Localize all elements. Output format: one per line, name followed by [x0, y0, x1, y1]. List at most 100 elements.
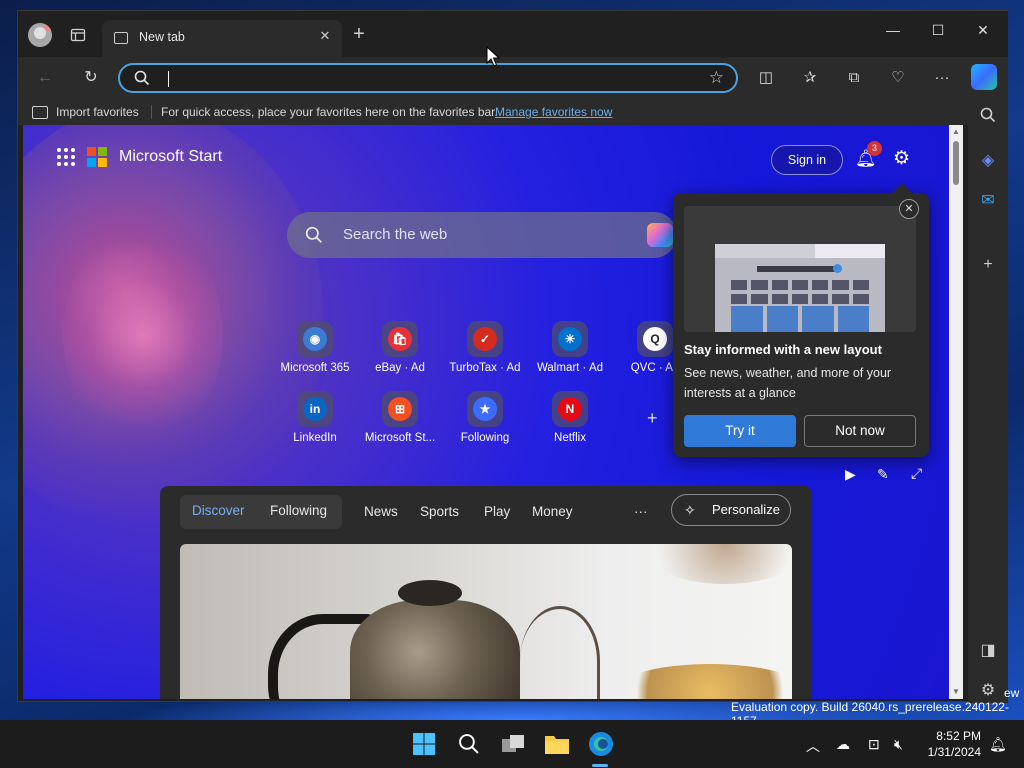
personalize-button[interactable]: ✧ Personalize	[671, 494, 791, 526]
copilot-search-icon[interactable]	[647, 223, 673, 247]
notifications-bell-icon[interactable]: 🔔︎ 3	[855, 141, 882, 171]
network-icon[interactable]: ⊡	[868, 736, 880, 753]
quick-link-microsoft-store[interactable]: ⊞ Microsoft St...	[362, 391, 438, 444]
collections-icon[interactable]: ⧉	[842, 66, 866, 90]
page-scrollbar[interactable]: ▲ ▼	[949, 125, 963, 699]
file-explorer-icon[interactable]	[543, 730, 571, 758]
tab-new-tab[interactable]: New tab ✕	[102, 20, 342, 57]
toolbar: ← ↻ ☆ ◫ ✰ ⧉ ♡ ···	[18, 57, 1008, 99]
refresh-button[interactable]: ↻	[78, 66, 104, 90]
quick-link-label: Microsoft 365	[280, 362, 350, 374]
start-windows-icon[interactable]	[410, 730, 438, 758]
onedrive-icon[interactable]: ☁	[836, 736, 850, 753]
microsoft-store-icon: ⊞	[382, 391, 418, 427]
show-hidden-icons[interactable]: ︿	[806, 736, 820, 756]
qvc-icon: Q	[637, 321, 673, 357]
tab-actions-icon[interactable]	[64, 21, 92, 49]
page-settings-icon[interactable]: ⚙	[893, 147, 915, 169]
popup-headline: Stay informed with a new layout	[684, 342, 882, 357]
close-popup-icon[interactable]: ✕	[899, 199, 919, 219]
quick-link-label: Microsoft St...	[364, 432, 436, 444]
quick-link-label: TurboTax · Ad	[449, 362, 521, 374]
address-input[interactable]	[164, 69, 684, 89]
more-menu-icon[interactable]: ···	[930, 66, 954, 90]
outlook-icon[interactable]: ✉	[976, 189, 1000, 213]
copilot-icon[interactable]	[971, 64, 997, 90]
minimize-button[interactable]: —	[878, 19, 908, 43]
clock-date: 1/31/2024	[927, 745, 981, 759]
hero-article-image[interactable]	[180, 544, 792, 699]
quick-link-walmart[interactable]: ✳ Walmart · Ad	[532, 321, 608, 374]
edit-background-icon[interactable]: ✎	[877, 466, 889, 483]
nav-news[interactable]: News	[364, 504, 398, 519]
new-tab-icon	[114, 32, 128, 44]
search-icon	[134, 70, 150, 86]
nav-play[interactable]: Play	[484, 504, 510, 519]
notification-center-icon[interactable]: 🔔︎	[989, 736, 1007, 753]
scroll-thumb[interactable]	[953, 141, 959, 185]
address-bar[interactable]: ☆	[118, 63, 738, 93]
browser-essentials-icon[interactable]: ♡	[886, 66, 910, 90]
quick-link-label: LinkedIn	[293, 432, 337, 444]
import-favorites-button[interactable]: Import favorites	[32, 105, 139, 119]
tab-title: New tab	[139, 30, 185, 44]
scroll-up-icon[interactable]: ▲	[952, 127, 960, 136]
scroll-down-icon[interactable]: ▼	[952, 687, 960, 696]
favorites-icon[interactable]: ✰	[798, 66, 822, 90]
tab-discover[interactable]: Discover	[192, 503, 245, 518]
quick-link-following[interactable]: ★ Following	[447, 391, 523, 444]
sidebar-copilot-icon[interactable]: ◈	[976, 149, 1000, 173]
favorites-bar: Import favorites For quick access, place…	[18, 99, 968, 125]
manage-favorites-link[interactable]: Manage favorites now	[495, 105, 612, 119]
volume-muted-icon[interactable]: 🔇︎	[894, 736, 903, 753]
new-tab-button[interactable]: +	[348, 24, 370, 46]
ebay-icon: 🛍	[382, 321, 418, 357]
not-now-button[interactable]: Not now	[804, 415, 916, 447]
walmart-icon: ✳	[552, 321, 588, 357]
close-window-button[interactable]: ✕	[968, 19, 998, 43]
title-bar: New tab ✕ + — ☐ ✕	[18, 11, 1008, 57]
nav-money[interactable]: Money	[532, 504, 573, 519]
import-icon	[32, 105, 48, 119]
app-launcher-icon[interactable]	[57, 148, 75, 166]
taskbar-search-icon[interactable]	[455, 730, 483, 758]
quick-link-netflix[interactable]: N Netflix	[532, 391, 608, 444]
try-it-button[interactable]: Try it	[684, 415, 796, 447]
nav-sports[interactable]: Sports	[420, 504, 459, 519]
sidebar-search-icon[interactable]	[976, 107, 1000, 131]
divider	[151, 105, 152, 119]
edge-browser-icon[interactable]	[587, 730, 615, 758]
quick-link-label: Netflix	[554, 432, 586, 444]
more-nav-icon[interactable]: ···	[634, 504, 648, 519]
fullscreen-icon[interactable]: ⤢	[911, 465, 922, 482]
system-clock[interactable]: 8:52 PM 1/31/2024	[925, 728, 981, 760]
profile-avatar[interactable]	[28, 23, 52, 47]
microsoft-start-header: Microsoft Start	[57, 147, 222, 167]
linkedin-icon: in	[297, 391, 333, 427]
quick-link-ebay[interactable]: 🛍 eBay · Ad	[362, 321, 438, 374]
favorite-star-icon[interactable]: ☆	[709, 68, 724, 88]
netflix-icon: N	[552, 391, 588, 427]
following-icon: ★	[467, 391, 503, 427]
tab-following[interactable]: Following	[270, 503, 327, 518]
maximize-button[interactable]: ☐	[923, 19, 953, 43]
personalize-icon: ✧	[684, 502, 696, 518]
close-tab-icon[interactable]: ✕	[316, 28, 334, 46]
quick-link-linkedin[interactable]: in LinkedIn	[277, 391, 353, 444]
sign-in-button[interactable]: Sign in	[771, 145, 843, 175]
split-screen-icon[interactable]: ◫	[754, 66, 778, 90]
hide-sidebar-icon[interactable]: ◨	[976, 639, 1000, 663]
back-button[interactable]: ←	[32, 66, 58, 90]
add-sidebar-app-icon[interactable]: +	[976, 253, 1000, 277]
notification-badge: 3	[867, 141, 882, 156]
new-tab-page: Microsoft Start Sign in 🔔︎ 3 ⚙ Search the…	[23, 125, 949, 699]
web-search-box[interactable]: Search the web	[287, 212, 677, 258]
task-view-icon[interactable]	[499, 730, 527, 758]
quick-link-microsoft-365[interactable]: ◉ Microsoft 365	[277, 321, 353, 374]
browser-window: New tab ✕ + — ☐ ✕ ← ↻ ☆ ◫ ✰ ⧉ ♡ ··· Impo…	[17, 10, 1008, 703]
background-jellyfish-glow	[63, 225, 223, 445]
turbotax-icon: ✓	[467, 321, 503, 357]
quick-link-turbotax[interactable]: ✓ TurboTax · Ad	[447, 321, 523, 374]
add-shortcut-icon[interactable]: +	[647, 408, 658, 429]
play-background-icon[interactable]: ▶	[845, 466, 856, 483]
